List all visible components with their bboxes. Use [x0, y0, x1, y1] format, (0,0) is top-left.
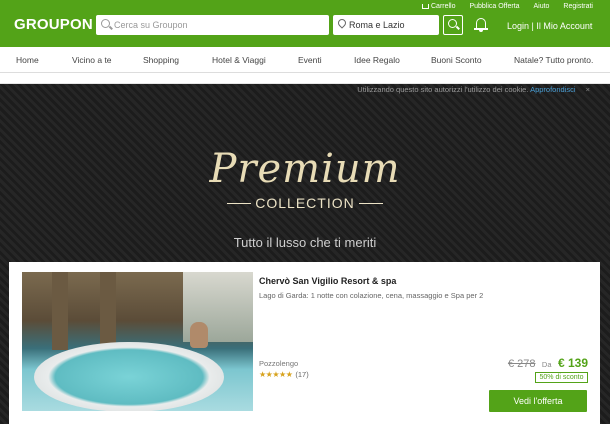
search-button[interactable] — [443, 15, 463, 35]
help-link[interactable]: Aiuto — [534, 3, 550, 10]
nav-spacer — [0, 73, 610, 84]
account-link[interactable]: Login | Il Mio Account — [507, 21, 592, 31]
cart-icon — [422, 4, 429, 9]
location-input[interactable] — [349, 15, 437, 35]
top-links: Carrello Pubblica Offerta Aiuto Registra… — [410, 3, 593, 10]
notifications-bell-icon[interactable] — [474, 17, 488, 33]
premium-hero: Utilizzando questo sito autorizzi l'util… — [0, 84, 610, 424]
from-label: Da — [541, 360, 552, 369]
new-price: € 139 — [557, 356, 588, 370]
old-price: € 278 — [507, 358, 536, 370]
search-icon — [448, 19, 457, 28]
search-input[interactable] — [114, 15, 324, 35]
nav-item-shopping[interactable]: Shopping — [143, 55, 179, 65]
nav-item-buoni-sconto[interactable]: Buoni Sconto — [431, 55, 482, 65]
view-offer-button[interactable]: Vedi l'offerta — [489, 390, 587, 412]
deal-title[interactable]: Chervò San Vigilio Resort & spa — [259, 276, 396, 286]
nav-item-vicino-a-te[interactable]: Vicino a te — [72, 55, 112, 65]
price-block: € 278 Da € 139 — [508, 354, 588, 372]
search-box — [96, 15, 329, 35]
deal-photo[interactable] — [22, 272, 253, 411]
deal-subtitle: Lago di Garda: 1 notte con colazione, ce… — [259, 291, 484, 300]
groupon-logo[interactable]: GROUPON — [14, 16, 93, 33]
category-nav: Home Vicino a te Shopping Hotel & Viaggi… — [0, 47, 610, 73]
location-pin-icon — [336, 17, 348, 29]
premium-logo-text: Premium — [209, 146, 401, 192]
close-icon[interactable]: × — [586, 85, 590, 94]
publish-offer-link[interactable]: Pubblica Offerta — [469, 3, 519, 10]
rating-stars: ★★★★★ (17) — [259, 370, 309, 379]
nav-item-natale[interactable]: Natale? Tutto pronto. — [514, 55, 593, 65]
deal-card[interactable]: Chervò San Vigilio Resort & spa Lago di … — [9, 262, 600, 424]
nav-item-home[interactable]: Home — [16, 55, 39, 65]
cookie-more-link[interactable]: Approfondisci — [530, 85, 575, 94]
star-icons: ★★★★★ — [259, 370, 293, 379]
deal-location: Pozzolengo — [259, 359, 299, 368]
nav-item-idee-regalo[interactable]: Idee Regalo — [354, 55, 400, 65]
review-count: (17) — [295, 370, 309, 379]
location-box — [333, 15, 439, 35]
cookie-text: Utilizzando questo sito autorizzi l'util… — [357, 85, 529, 94]
register-link[interactable]: Registrati — [563, 3, 593, 10]
discount-badge: 50% di sconto — [535, 372, 588, 383]
cookie-banner: Utilizzando questo sito autorizzi l'util… — [357, 85, 590, 94]
site-header: GROUPON Carrello Pubblica Offerta Aiuto … — [0, 0, 610, 47]
collection-label: COLLECTION — [227, 195, 384, 211]
search-icon — [101, 19, 110, 28]
hero-tagline: Tutto il lusso che ti meriti — [233, 235, 377, 250]
nav-item-hotel-viaggi[interactable]: Hotel & Viaggi — [212, 55, 266, 65]
nav-item-eventi[interactable]: Eventi — [298, 55, 322, 65]
cart-link[interactable]: Carrello — [422, 3, 456, 10]
